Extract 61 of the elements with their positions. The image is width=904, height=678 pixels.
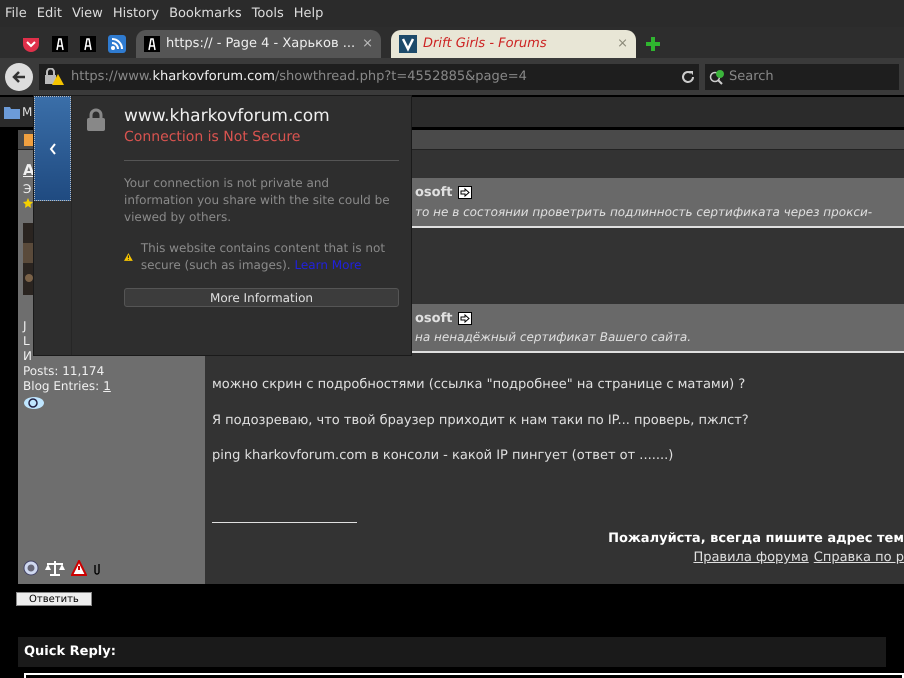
post-text: ping kharkovforum.com в консоли - какой IP пингует (ответ от .......) [212,447,674,465]
user-info: И [23,349,32,364]
quick-reply-title: Quick Reply: [24,642,116,661]
menu-item[interactable]: View [72,4,103,24]
location: L [23,334,30,349]
chevron-left-icon [48,142,56,154]
blog-link[interactable]: 1 [103,379,111,394]
warning-icon [71,560,87,576]
quote-text: то не в состоянии проветрить подлинность сертификата через прокси- [415,204,874,220]
lock-warning-icon[interactable] [43,68,65,86]
arrow-link-icon[interactable] [458,186,472,200]
privacy-message: Your connection is not private and information you share with the site could be viewed by others. [124,175,391,226]
tab-title: Drift Girls - Forums [423,35,548,54]
folder-icon [4,105,20,119]
site-icon [399,35,417,53]
signature-notice: Пожалуйста, всегда пишите адрес тем [608,530,904,548]
arrow-link-icon[interactable] [458,312,472,325]
post-text: можно скрин с подробностями (ссылка "подробнее" на странице с матами) ? [212,376,746,394]
search-icon [709,68,727,84]
feed-icon[interactable] [108,35,126,53]
menu-item[interactable]: Tools [252,4,284,24]
browser-tab[interactable]: Drift Girls - Forums × [391,30,636,58]
back-arrow-icon [12,70,26,84]
user-title: Э [23,181,32,198]
popup-host: www.kharkovforum.com [124,105,331,127]
menu-item[interactable]: Bookmarks [169,4,242,24]
connection-status: Connection is Not Secure [124,128,302,147]
menu-item[interactable]: Edit [36,4,62,24]
back-panel-button[interactable] [34,96,71,201]
bookmark-folder[interactable]: M [22,103,32,121]
pocket-icon[interactable] [22,36,40,52]
more-information-button[interactable]: More Information [124,288,399,307]
username[interactable]: A [23,160,35,180]
url-text: https://www.kharkovforum.com/showthread.php?t=4552885&page=4 [71,68,528,86]
reload-icon[interactable] [681,70,695,84]
browser-tab[interactable]: https:// - Page 4 - Харьков ... × [136,30,381,58]
close-icon[interactable]: × [362,34,373,54]
address-bar[interactable]: https://www.kharkovforum.com/showthread.php?t=4552885&page=4 [39,64,699,90]
search-field[interactable]: Search [705,64,899,90]
back-button[interactable] [5,62,33,90]
menu-item[interactable]: Help [294,4,324,24]
join-date: J [23,319,27,334]
signature-link[interactable]: Справка по р [814,548,904,568]
scales-icon [45,560,65,576]
menu-item[interactable]: File [5,4,27,24]
lock-icon [86,108,106,132]
reputation-icon [23,560,39,576]
quote-author: osoft [415,184,452,202]
tab-title: https:// - Page 4 - Харьков ... [166,35,356,54]
mixed-content-message: This website contains content that is not secure (such as images). Learn More [140,240,386,274]
reply-button[interactable]: Ответить [16,592,92,606]
posts-count: Posts: 11,174 [23,364,104,379]
signature-link[interactable]: Правила форума [693,548,809,568]
menu-item[interactable]: History [112,4,160,24]
post-icon [24,134,34,146]
blog-label: Blog Entries: [23,379,100,394]
star-icon [23,198,33,208]
quote-text: на ненадёжный сертификат Вашего сайта. [415,329,692,346]
quote-author: osoft [415,310,452,328]
post-text: Я подозреваю, что твой браузер приходит к нам таки по IP... проверь, пжлст? [212,412,750,430]
plus-icon[interactable] [646,37,660,51]
